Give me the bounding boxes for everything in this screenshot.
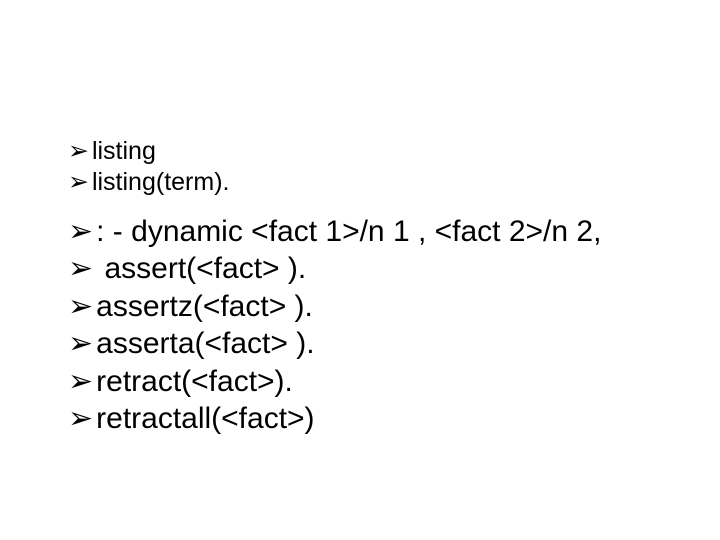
list-item-text: asserta(<fact> ). bbox=[96, 325, 314, 363]
bullet-icon: ➢ bbox=[68, 400, 93, 438]
bullet-group-1: ➢ listing ➢ listing(term). bbox=[68, 136, 668, 199]
list-item-text: retract(<fact>). bbox=[96, 363, 293, 401]
list-item: ➢ assertz(<fact> ). bbox=[68, 288, 668, 326]
bullet-icon: ➢ bbox=[68, 213, 93, 251]
list-item-text: listing bbox=[92, 136, 156, 167]
list-item: ➢ listing bbox=[68, 136, 668, 167]
bullet-icon: ➢ bbox=[68, 363, 93, 401]
list-item: ➢ retractall(<fact>) bbox=[68, 400, 668, 438]
list-item: ➢ listing(term). bbox=[68, 167, 668, 198]
list-item-text: assert(<fact> ). bbox=[96, 250, 306, 288]
list-item: ➢ assert(<fact> ). bbox=[68, 250, 668, 288]
list-item-text: : - dynamic <fact 1>/n 1 , <fact 2>/n 2, bbox=[96, 213, 601, 251]
bullet-icon: ➢ bbox=[68, 325, 93, 363]
list-item-text: retractall(<fact>) bbox=[96, 400, 314, 438]
bullet-icon: ➢ bbox=[68, 167, 89, 198]
list-item: ➢ retract(<fact>). bbox=[68, 363, 668, 401]
bullet-icon: ➢ bbox=[68, 250, 93, 288]
bullet-group-2: ➢ : - dynamic <fact 1>/n 1 , <fact 2>/n … bbox=[68, 213, 668, 438]
slide-content: ➢ listing ➢ listing(term). ➢ : - dynamic… bbox=[68, 136, 668, 438]
list-item: ➢ asserta(<fact> ). bbox=[68, 325, 668, 363]
list-item-text: assertz(<fact> ). bbox=[96, 288, 313, 326]
list-item-text: listing(term). bbox=[92, 167, 230, 198]
list-item: ➢ : - dynamic <fact 1>/n 1 , <fact 2>/n … bbox=[68, 213, 668, 251]
bullet-icon: ➢ bbox=[68, 136, 89, 167]
bullet-icon: ➢ bbox=[68, 288, 93, 326]
